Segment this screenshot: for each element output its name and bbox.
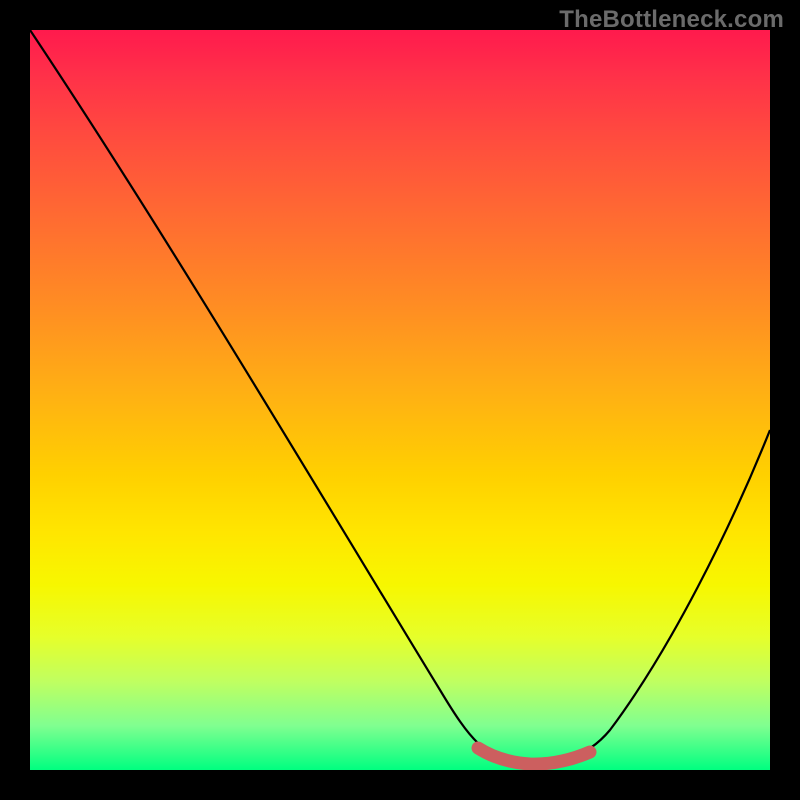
watermark-text: TheBottleneck.com xyxy=(559,6,784,34)
chart-svg xyxy=(30,30,770,770)
bottleneck-curve xyxy=(30,30,770,763)
optimal-zone-marker xyxy=(478,748,590,764)
chart-plot-area xyxy=(30,30,770,770)
chart-frame: TheBottleneck.com xyxy=(0,0,800,800)
